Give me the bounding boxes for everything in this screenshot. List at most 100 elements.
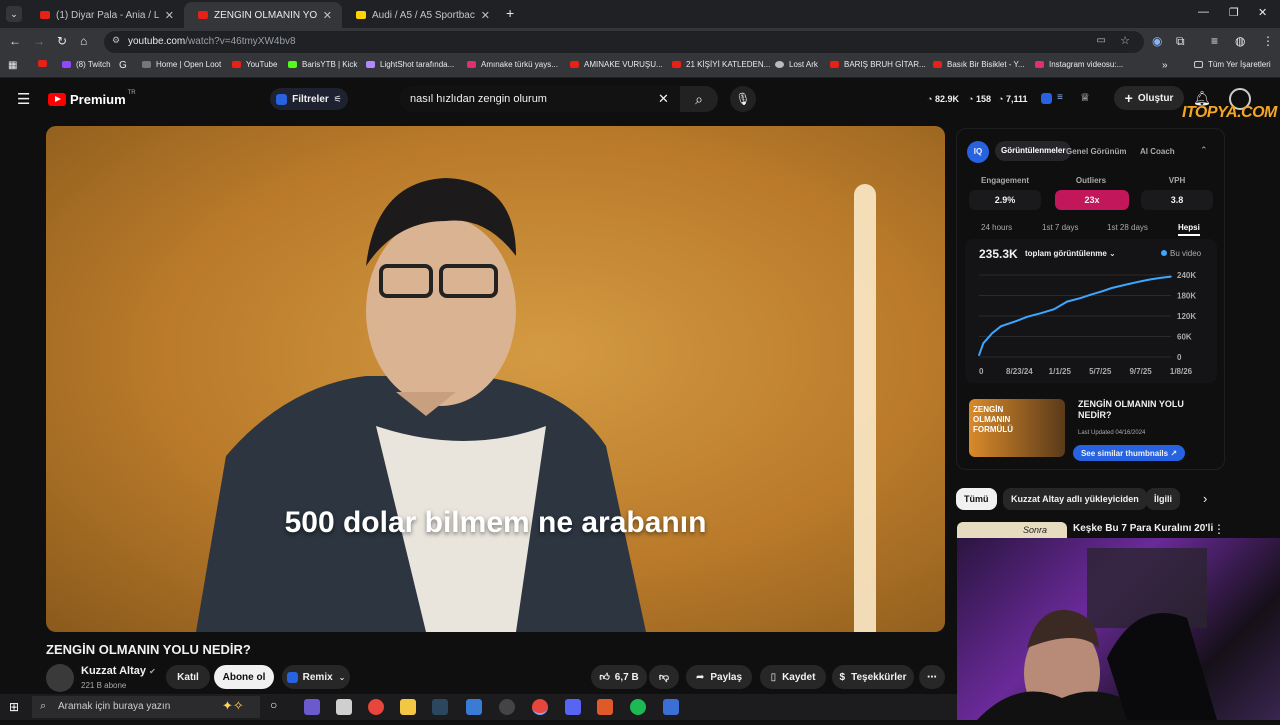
profile-icon[interactable]: ◍ <box>1235 34 1245 48</box>
apps-grid-icon[interactable]: ▦ <box>8 60 17 71</box>
restore-icon[interactable]: ❐ <box>1229 6 1239 19</box>
remix-button[interactable]: Remix ⌄ <box>282 665 350 689</box>
create-button[interactable]: + Oluştur <box>1114 86 1184 110</box>
bookmark-star-icon[interactable]: ☆ <box>1120 34 1130 47</box>
taskbar-app-icon[interactable] <box>304 699 320 715</box>
dislike-button[interactable]: 👎︎ <box>649 665 679 689</box>
bookmark-youtube-icon[interactable] <box>38 60 52 67</box>
bookmark-item[interactable]: LightShot tarafında... <box>366 60 454 69</box>
bookmark-item[interactable]: Home | Open Loot <box>142 60 221 69</box>
bookmark-item[interactable]: Lost Ark <box>775 60 818 69</box>
thanks-button[interactable]: $ Teşekkürler <box>832 665 914 689</box>
save-button[interactable]: ▯ Kaydet <box>760 665 826 689</box>
y-tick-label: 60K <box>1177 333 1192 342</box>
minimize-icon[interactable]: — <box>1198 6 1209 18</box>
task-view-icon[interactable]: ○ <box>270 698 277 712</box>
search-button[interactable]: ⌕ <box>680 86 718 112</box>
voice-search-button[interactable]: 🎙 <box>730 86 756 112</box>
tab-search-icon[interactable]: ⌄ <box>6 6 22 22</box>
file-explorer-icon[interactable] <box>400 699 416 715</box>
hamburger-menu-icon[interactable]: ☰ <box>17 90 30 108</box>
see-similar-thumbnails-button[interactable]: See similar thumbnails ↗ <box>1073 445 1185 461</box>
youtube-header: ☰ Premium TR Filtreler ⚟ nasıl hızlıdan … <box>0 78 1280 121</box>
bookmark-item[interactable]: BARIŞ BRUH GİTAR... <box>830 60 926 69</box>
channel-name[interactable]: Kuzzat Altay ✔ <box>81 665 156 677</box>
browser-tab-active[interactable]: ZENGİN OLMANIN YOLU NEDİ... ✕ <box>184 2 342 28</box>
range-all[interactable]: Hepsi <box>1178 223 1200 236</box>
bookmark-google-icon[interactable]: G <box>119 60 127 71</box>
search-input[interactable]: nasıl hızlıdan zengin olurum ✕ <box>400 86 680 112</box>
browser-tab[interactable]: (1) Diyar Pala - Ania / Lyrics - S... ✕ <box>26 2 184 28</box>
vidiq-tab-ai-coach[interactable]: AI Coach <box>1140 147 1175 156</box>
taskbar-search[interactable]: ⌕ Aramak için buraya yazın ✦✧ <box>32 696 260 718</box>
vidiq-tab-views[interactable]: Görüntülenmeler <box>995 141 1072 161</box>
bookmark-item[interactable]: Basık Bir Bisiklet - Y... <box>933 60 1025 69</box>
browser-tab[interactable]: Audi / A5 / A5 Sportback / 1.4... ✕ <box>342 2 500 28</box>
chip-related[interactable]: İlgili <box>1146 488 1180 510</box>
range-28d[interactable]: 1st 28 days <box>1107 223 1148 232</box>
taskbar-app-icon[interactable] <box>336 699 352 715</box>
close-window-icon[interactable]: ✕ <box>1258 6 1267 19</box>
install-app-icon[interactable]: ▭ <box>1097 35 1106 46</box>
close-tab-icon[interactable]: ✕ <box>165 9 174 22</box>
taskbar-app-icon[interactable] <box>597 699 613 715</box>
bookmark-item[interactable]: Amınake türkü yays... <box>467 60 558 69</box>
range-24h[interactable]: 24 hours <box>981 223 1012 232</box>
range-7d[interactable]: 1st 7 days <box>1042 223 1078 232</box>
extension-icon[interactable]: ◉ <box>1152 34 1162 48</box>
discord-icon[interactable] <box>565 699 581 715</box>
more-actions-button[interactable]: ⋯ <box>919 665 945 689</box>
bookmark-item[interactable]: AMINAKE VURUŞU... <box>570 60 663 69</box>
bookmark-item[interactable]: YouTube <box>232 60 277 69</box>
vidiq-menu-icon[interactable] <box>1041 93 1052 104</box>
close-tab-icon[interactable]: ✕ <box>481 9 490 22</box>
share-button[interactable]: ➦ Paylaş <box>686 665 752 689</box>
data-point <box>1000 325 1002 328</box>
collapse-icon[interactable]: ⌃ <box>1200 145 1208 156</box>
bookmarks-overflow-icon[interactable]: » <box>1162 60 1168 71</box>
new-tab-button[interactable]: + <box>506 5 514 21</box>
clear-search-icon[interactable]: ✕ <box>658 91 669 107</box>
bookmark-item[interactable]: Instagram videosu:... <box>1035 60 1123 69</box>
bookmark-item[interactable]: (8) Twitch <box>62 60 111 69</box>
bookmark-item[interactable]: BarisYTB | Kick <box>288 60 357 69</box>
close-tab-icon[interactable]: ✕ <box>323 9 332 22</box>
taskbar-app-icon[interactable] <box>499 699 515 715</box>
forward-icon[interactable]: → <box>33 34 45 48</box>
like-button[interactable]: 👍︎ 6,7 B <box>591 665 647 689</box>
site-info-icon[interactable]: ⚙ <box>112 35 120 46</box>
bookmark-item[interactable]: 21 KİŞİYİ KATLEDEN... <box>672 60 770 69</box>
taskbar-app-icon[interactable] <box>466 699 482 715</box>
reload-icon[interactable]: ↻ <box>57 34 67 48</box>
vidiq-filters-button[interactable]: Filtreler ⚟ <box>270 88 348 110</box>
chrome-icon[interactable] <box>368 699 384 715</box>
chip-uploader[interactable]: Kuzzat Altay adlı yükleyiciden <box>1003 488 1147 510</box>
vidiq-list-icon[interactable]: ≡ <box>1057 92 1063 103</box>
browser-menu-icon[interactable]: ⋮ <box>1262 34 1274 48</box>
vidiq-tab-overview[interactable]: Genel Görünüm <box>1066 147 1126 156</box>
subscribe-button[interactable]: Abone ol <box>214 665 274 689</box>
calculator-icon[interactable] <box>663 699 679 715</box>
back-icon[interactable]: ← <box>9 34 21 48</box>
steam-icon[interactable] <box>432 699 448 715</box>
all-bookmarks-folder[interactable]: Tüm Yer İşaretleri <box>1194 60 1271 69</box>
home-icon[interactable]: ⌂ <box>80 34 87 48</box>
channel-avatar[interactable] <box>46 664 74 692</box>
chrome-active-icon[interactable] <box>532 699 548 715</box>
extensions-puzzle-icon[interactable]: ⧉ <box>1176 34 1185 49</box>
x-tick-label: 1/8/26 <box>1170 367 1193 376</box>
thumbnail-preview[interactable]: ZENGİN OLMANIN FORMÜLÜ <box>969 399 1065 457</box>
chevron-right-icon[interactable]: › <box>1203 491 1207 506</box>
spotify-icon[interactable] <box>630 699 646 715</box>
windows-start-icon[interactable]: ⊞ <box>9 700 19 714</box>
itopya-overlay-logo: ITOPYA.COM <box>1182 104 1277 121</box>
youtube-logo[interactable]: Premium TR <box>48 90 136 107</box>
address-bar[interactable]: ⚙ youtube.com/watch?v=46tmyXW4bv8 ▭ ☆ <box>104 31 1144 53</box>
video-player[interactable]: 500 dolar bilmem ne arabanın <box>46 126 945 632</box>
related-more-icon[interactable]: ⋮ <box>1213 522 1225 536</box>
related-video-title[interactable]: Keşke Bu 7 Para Kuralını 20'li <box>1073 523 1213 534</box>
reading-list-icon[interactable]: ≡ <box>1211 34 1218 48</box>
trophy-icon[interactable]: ♕ <box>1080 91 1090 104</box>
join-button[interactable]: Katıl <box>166 665 210 689</box>
chip-all[interactable]: Tümü <box>956 488 997 510</box>
